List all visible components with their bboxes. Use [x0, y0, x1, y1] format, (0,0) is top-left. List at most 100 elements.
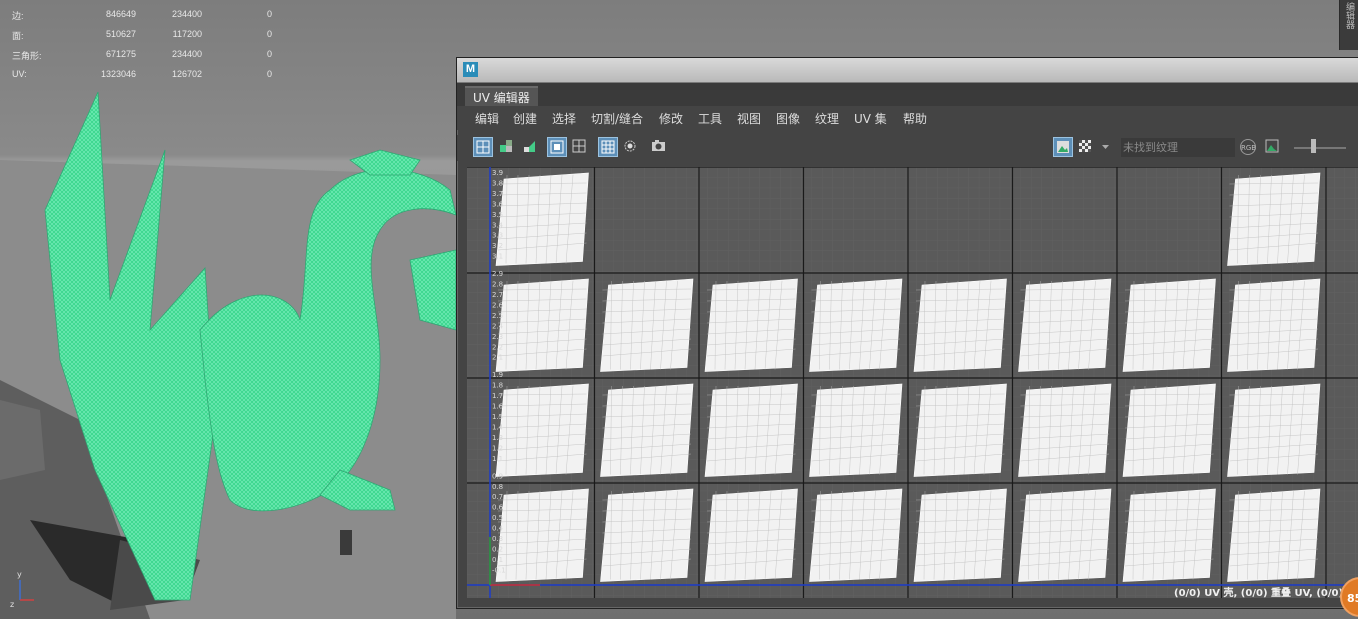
menu-edit[interactable]: 编辑 [475, 110, 499, 127]
checker-green-icon[interactable] [497, 137, 517, 157]
tab-strip: UV 编辑器 [457, 83, 1358, 108]
uv-shell [1122, 383, 1216, 477]
grid-display-icon[interactable] [598, 137, 618, 157]
texture-field[interactable]: 未找到纹理 [1121, 138, 1235, 157]
uv-shell-face [809, 278, 903, 372]
menu-tools[interactable]: 工具 [698, 110, 722, 127]
uv-shell-face [495, 488, 589, 582]
hud-value: 0 [266, 49, 272, 59]
uv-shell-face [1018, 488, 1112, 582]
badge-count: 85 [1347, 592, 1358, 605]
uv-shell-face [704, 488, 798, 582]
uv-axis-label: 1.8 [492, 382, 503, 390]
channel-box-tab[interactable]: 通道盒/层编辑器 [1339, 0, 1358, 50]
hud-value: 0 [266, 9, 272, 19]
hud-label: 三角形: [12, 51, 42, 61]
uv-shell [1227, 488, 1321, 582]
uv-grid-svg: 3.9 3.8 3.7 3.6 3.5 3.4 3.3 3.2 3.1 2.9 2.8 2.7 2.6 2… [467, 167, 1358, 598]
uv-axis-label: 2.5 [492, 312, 503, 320]
uv-axis-label: 1.7 [492, 392, 503, 400]
hud-value: 510627 [105, 29, 136, 39]
uv-shell-face [1122, 278, 1216, 372]
uv-shell-grid-icon[interactable] [473, 137, 493, 157]
exposure-slider-track[interactable] [1294, 147, 1346, 149]
uv-shell-face [1227, 172, 1321, 266]
uv-shell [600, 383, 694, 477]
uv-shell [495, 278, 589, 372]
uv-axis-label: 2.1 [492, 354, 503, 362]
hud-value: 671275 [105, 49, 136, 59]
uv-shell-face [1227, 383, 1321, 477]
hud-value: 0 [266, 29, 272, 39]
image-ratio-icon[interactable] [1263, 137, 1283, 157]
maya-icon: M [463, 62, 478, 77]
uv-shell [1227, 278, 1321, 372]
uv-shell [1122, 488, 1216, 582]
menu-uv-sets[interactable]: UV 集 [854, 110, 887, 127]
image-display-icon[interactable] [1053, 137, 1073, 157]
uv-shell-face [1227, 278, 1321, 372]
uv-shell [1018, 278, 1112, 372]
uv-axis-label: 2.8 [492, 281, 503, 289]
uv-shell [1227, 172, 1321, 266]
uv-axis-label: 2.3 [492, 333, 503, 341]
chevron-down-icon[interactable] [1099, 137, 1111, 157]
uv-shell [1227, 383, 1321, 477]
uv-shell [495, 383, 589, 477]
uv-shell [913, 278, 1007, 372]
menu-view[interactable]: 视图 [737, 110, 761, 127]
uv-shell-face [809, 488, 903, 582]
menu-cut-sew[interactable]: 切割/缝合 [591, 110, 643, 127]
uv-shell-face [913, 383, 1007, 477]
grid-icon[interactable] [570, 137, 590, 157]
isolate-select-icon[interactable] [547, 137, 567, 157]
exposure-slider-handle[interactable] [1311, 139, 1316, 153]
hud-value: 126702 [171, 69, 202, 79]
window-titlebar[interactable]: M [457, 58, 1358, 83]
channel-box-label: 通道盒/层编辑器 [1344, 2, 1358, 41]
checker-icon[interactable] [1076, 137, 1096, 157]
uv-axis-label: 3.2 [492, 242, 503, 250]
uv-canvas[interactable]: 3.9 3.8 3.7 3.6 3.5 3.4 3.3 3.2 3.1 2.9 2.8 2.7 2.6 2… [467, 167, 1358, 598]
poly-count-hud: 边: 846649 234400 0 面: 510627 117200 0 三角… [12, 9, 272, 89]
uv-status-text: (0/0) UV 壳, (0/0) 重叠 UV, (0/0) 反转 [1174, 588, 1358, 599]
uv-axis-label: 3.6 [492, 200, 504, 208]
uv-shell-face [495, 278, 589, 372]
hud-value: 117200 [172, 29, 202, 39]
menu-select[interactable]: 选择 [552, 110, 576, 127]
menu-texture[interactable]: 纹理 [815, 110, 839, 127]
uv-axis-label: 0.9 [492, 472, 503, 480]
rgb-channel-button[interactable]: RGB [1237, 137, 1259, 157]
hud-value: 1323046 [100, 69, 136, 79]
hud-row-edges: 边: 846649 234400 0 [12, 9, 272, 29]
uv-axis-label: 1.2 [492, 444, 503, 452]
menu-image[interactable]: 图像 [776, 110, 800, 127]
uv-shell [495, 172, 589, 266]
tab-uv-editor[interactable]: UV 编辑器 [465, 86, 538, 108]
uv-shell-face [809, 383, 903, 477]
uv-toolbar: 未找到纹理 RGB [457, 135, 1358, 161]
uv-axis-label: 3.9 [492, 169, 503, 177]
uv-axis-label: 3.4 [492, 221, 504, 229]
uv-shell [913, 488, 1007, 582]
uv-shell-face [1122, 488, 1216, 582]
menu-create[interactable]: 创建 [513, 110, 537, 127]
uv-axis-label: 0.1 [492, 556, 503, 564]
uv-shell-face [704, 383, 798, 477]
uv-axis-label: 1.6 [492, 403, 504, 411]
uv-shell-face [704, 278, 798, 372]
uv-shell [1018, 488, 1112, 582]
uv-axis-label: 2.9 [492, 270, 503, 278]
menu-modify[interactable]: 修改 [659, 110, 683, 127]
uv-axis-label: 0.7 [492, 493, 503, 501]
camera-snapshot-icon[interactable] [649, 137, 669, 157]
shaded-uv-icon[interactable] [520, 137, 540, 157]
uv-editor-window[interactable]: M UV 编辑器 编辑 创建 选择 切割/缝合 修改 工具 视图 图像 纹理 U… [456, 57, 1358, 609]
menu-help[interactable]: 帮助 [903, 110, 927, 127]
uv-shell [704, 278, 798, 372]
pivot-icon[interactable] [621, 137, 641, 157]
uv-shell [1018, 383, 1112, 477]
uv-axis-label: 3.5 [492, 211, 503, 219]
uv-axis-label: 3.1 [492, 253, 503, 261]
uv-axis-label: 0.8 [492, 483, 503, 491]
